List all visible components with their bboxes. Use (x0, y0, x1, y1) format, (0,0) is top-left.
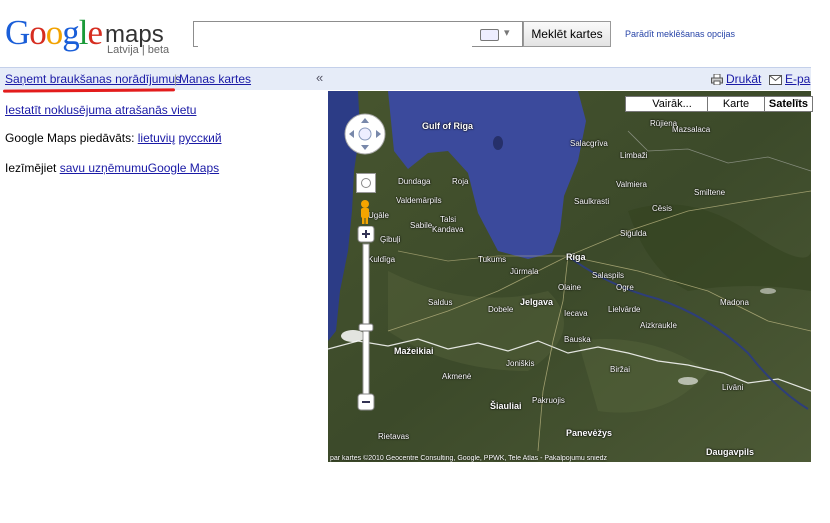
map-label-lielvarde: Lielvārde (608, 305, 641, 314)
google-maps-logo[interactable]: Google maps Latvija | beta (5, 14, 185, 58)
map-label-cesis: Cēsis (652, 204, 673, 213)
map-label-birzai: Biržai (610, 365, 631, 374)
map-label-siauliai: Šiauliai (490, 401, 522, 411)
map-label-roja: Roja (452, 177, 469, 186)
get-directions-link[interactable]: Saņemt braukšanas norādījumus (5, 72, 181, 86)
map-label-jurmala: Jūrmala (510, 267, 539, 276)
map-label-iecava: Iecava (564, 309, 588, 318)
map-label-bauska: Bauska (564, 335, 591, 344)
map-label-panevezys: Panevėžys (566, 428, 613, 438)
set-default-location-link[interactable]: Iestatīt noklusējuma atrašanās vietu (5, 103, 196, 117)
envelope-icon (769, 74, 782, 85)
keyboard-icon[interactable] (480, 29, 499, 41)
lang-russian-link[interactable]: русский (178, 131, 221, 145)
more-button[interactable]: Vairāk... (625, 96, 719, 112)
map-label-valmiera: Valmiera (616, 180, 647, 189)
map-label-valdemarpils: Valdemārpils (396, 196, 442, 205)
map-label-smiltene: Smiltene (694, 188, 726, 197)
printer-icon (711, 74, 723, 86)
map-label-dobele: Dobele (488, 305, 514, 314)
available-in-label: Google Maps piedāvāts: (5, 131, 135, 145)
map-label-sigulda: Sigulda (620, 229, 647, 238)
map-label-ogre: Ogre (616, 283, 634, 292)
search-box[interactable] (193, 21, 523, 47)
map-label-saldus: Saldus (428, 298, 453, 307)
mark-business-text: Iezīmējiet savu uzņēmumuGoogle Maps (5, 161, 219, 175)
collapse-panel-icon[interactable]: « (316, 70, 323, 85)
map-label-salacgriva: Salacgrīva (570, 139, 608, 148)
map-label-mazsalaca: Mazsalaca (672, 125, 711, 134)
map-label-aizkraukle: Aizkraukle (640, 321, 677, 330)
map-view-button[interactable]: Karte (707, 96, 765, 112)
map-label-gibuli: Ģibuļi (380, 235, 401, 244)
map-label-limbazi: Limbaži (620, 151, 648, 160)
map-copyright: par kartes ©2010 Geocentre Consulting, G… (330, 455, 608, 462)
map-label-madona: Madona (720, 298, 749, 307)
map-label-akmene: Akmenė (442, 372, 472, 381)
map-label-talsi: Talsi (440, 215, 457, 224)
search-input[interactable] (198, 23, 472, 47)
lang-lithuanian-link[interactable]: lietuvių (138, 131, 175, 145)
map-label-jelgava: Jelgava (520, 297, 554, 307)
nav-separator: | (174, 72, 178, 86)
email-label: E-pa (785, 72, 811, 86)
top-link-strip (420, 0, 830, 4)
map-label-kandava: Kandava (432, 225, 464, 234)
logo-subtitle: Latvija | beta (107, 44, 170, 56)
map-label-sabile: Sabile (410, 221, 433, 230)
map-label-salaspils: Salaspils (592, 271, 625, 280)
streetview-toggle-icon[interactable] (356, 173, 376, 193)
map-label-mazeikiai: Mažeikiai (394, 346, 434, 356)
red-underline-annotation (2, 88, 176, 93)
map-label-livani: Līvāni (722, 383, 744, 392)
map-label-rietavas: Rietavas (378, 432, 410, 441)
map-label-dundaga: Dundaga (398, 177, 431, 186)
my-maps-link[interactable]: Manas kartes (179, 72, 251, 86)
mark-business-label: Iezīmējiet (5, 161, 57, 175)
map-label-gulf: Gulf of Riga (422, 121, 473, 131)
map-label-riga: Rīga (566, 252, 586, 262)
logo-google-text: Google (5, 13, 103, 52)
mark-business-link[interactable]: savu uzņēmumuGoogle Maps (60, 161, 219, 175)
map-label-joniskis: Joniškis (506, 359, 535, 368)
zoom-slider[interactable] (356, 226, 376, 416)
map-label-saulkrasti: Saulkrasti (574, 197, 610, 206)
map-label-pakruojis: Pakruojis (532, 396, 565, 405)
print-link[interactable]: Drukāt (711, 72, 761, 86)
satellite-map[interactable]: Gulf of Riga Rīga Dundaga Roja Valdemārp… (328, 91, 811, 462)
chevron-down-icon[interactable]: ▾ (504, 26, 510, 39)
map-label-tukums: Tukums (478, 255, 507, 264)
map-label-olaine: Olaine (558, 283, 582, 292)
search-maps-button[interactable]: Meklēt kartes (523, 21, 611, 47)
email-link[interactable]: E-pa (769, 72, 810, 86)
pan-control[interactable] (344, 113, 386, 155)
satellite-view-button[interactable]: Satelīts (764, 96, 813, 112)
map-label-rujiena: Rūjiena (650, 119, 678, 128)
show-search-options-link[interactable]: Parādīt meklēšanas opcijas (625, 29, 735, 39)
available-languages: Google Maps piedāvāts: lietuvių русский (5, 131, 222, 145)
print-label: Drukāt (726, 72, 762, 86)
pegman-icon[interactable] (358, 199, 372, 225)
